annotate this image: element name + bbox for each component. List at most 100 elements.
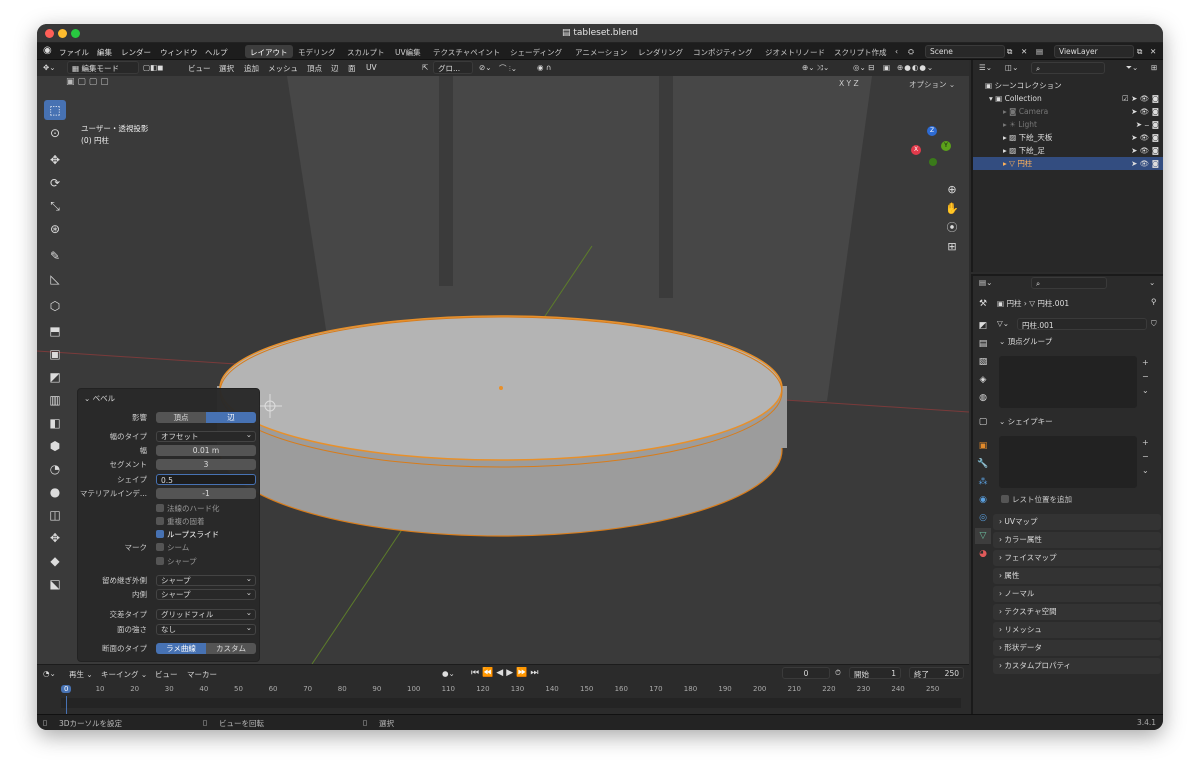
options-button[interactable]: オプション ⌄ xyxy=(909,79,955,90)
object-tab-icon[interactable]: ▣ xyxy=(975,438,991,454)
overlays-icon[interactable]: ◎⌄ ⊟ xyxy=(853,63,875,72)
shear-tool-icon[interactable]: ◆ xyxy=(44,551,66,571)
rotate-tool-icon[interactable]: ⟳ xyxy=(44,173,66,193)
row-visibility-icons[interactable]: ➤ 👁 ◙ xyxy=(1131,144,1159,157)
outliner-editor-icon[interactable]: ☰⌄ xyxy=(979,63,992,72)
width-type-select[interactable]: オフセット xyxy=(156,430,256,442)
transform-orientation-selector[interactable]: グロ... xyxy=(433,61,473,74)
row-visibility-icons[interactable]: ➤ ⌣ ◙ xyxy=(1136,118,1159,131)
filter-icon[interactable]: ⏷⌄ xyxy=(1126,63,1138,73)
loop-cut-tool-icon[interactable]: ▥ xyxy=(44,390,66,410)
menu-select[interactable]: 選択 xyxy=(219,63,234,74)
scene-selector[interactable]: Scene xyxy=(925,45,1005,58)
timeline-track[interactable] xyxy=(61,698,961,708)
harden-normals-checkbox[interactable]: 法線のハード化 xyxy=(156,503,220,514)
tab-modeling[interactable]: モデリング xyxy=(293,45,341,58)
intersection-type-select[interactable]: グリッドフィル xyxy=(156,608,256,620)
add-cube-tool-icon[interactable]: ⬡ xyxy=(44,296,66,316)
select-mode-icons[interactable]: ▢◧◼ xyxy=(143,63,163,72)
xray-icon[interactable]: ▣ xyxy=(883,63,890,72)
menu-add[interactable]: 追加 xyxy=(244,63,259,74)
material-index-field[interactable]: -1 xyxy=(156,488,256,499)
tab-layout[interactable]: レイアウト xyxy=(245,45,293,58)
poly-build-tool-icon[interactable]: ⬢ xyxy=(44,436,66,456)
mesh-browse-icon[interactable]: ▽⌄ xyxy=(997,319,1009,328)
smooth-tool-icon[interactable]: ● xyxy=(44,482,66,502)
view-layer-selector[interactable]: ViewLayer xyxy=(1054,45,1134,58)
menu-playback[interactable]: 再生 ⌄ xyxy=(69,669,93,680)
section-color-attributes[interactable]: › カラー属性 xyxy=(993,532,1161,548)
zoom-icon[interactable]: ⊕ xyxy=(943,180,961,199)
loop-slide-checkbox[interactable]: ループスライド xyxy=(156,529,219,540)
delete-scene-icon[interactable]: ✕ xyxy=(1021,47,1027,56)
section-attributes[interactable]: › 属性 xyxy=(993,568,1161,584)
axis-z-button[interactable]: Z xyxy=(854,79,859,88)
measure-tool-icon[interactable]: ◺ xyxy=(44,269,66,289)
axis-y-button[interactable]: Y xyxy=(847,79,852,88)
segments-field[interactable]: 3 xyxy=(156,459,256,470)
row-visibility-icons[interactable]: ☑ ➤ 👁 ◙ xyxy=(1122,92,1159,105)
miter-inner-select[interactable]: シャープ xyxy=(156,588,256,600)
properties-search-input[interactable]: ⌕ xyxy=(1031,277,1107,289)
menu-mesh[interactable]: メッシュ xyxy=(268,63,298,74)
stopwatch-icon[interactable]: ⏱ xyxy=(835,668,841,678)
menu-edit[interactable]: 編集 xyxy=(97,47,112,58)
section-geometry-data[interactable]: › 形状データ xyxy=(993,640,1161,656)
blender-logo-icon[interactable]: ◉ xyxy=(43,45,52,56)
timeline-editor-icon[interactable]: ◔⌄ xyxy=(43,669,56,678)
shape-field[interactable]: 0.5 xyxy=(156,474,256,485)
scene-collection-row[interactable]: ▣ シーンコレクション xyxy=(973,79,1163,92)
menu-face[interactable]: 面 xyxy=(348,63,356,74)
select-box-tool-icon[interactable]: ⬚ xyxy=(44,100,66,120)
view-layer-tab-icon[interactable]: ▧ xyxy=(975,354,991,370)
tab-sculpt[interactable]: スカルプト xyxy=(342,45,390,58)
viewport-gizmo-icon[interactable]: ⊕⌄ ⤨⌄ xyxy=(802,63,829,73)
move-tool-icon[interactable]: ✥ xyxy=(44,150,66,170)
end-frame-field[interactable]: 終了 250 xyxy=(909,667,964,679)
spin-tool-icon[interactable]: ◔ xyxy=(44,459,66,479)
render-tab-icon[interactable]: ◩ xyxy=(975,318,991,334)
particles-tab-icon[interactable]: ⁂ xyxy=(975,474,991,490)
mesh-name-field[interactable]: 円柱.001 xyxy=(1017,318,1147,330)
knife-tool-icon[interactable]: ◧ xyxy=(44,413,66,433)
profile-superellipse-button[interactable]: ラメ曲線 xyxy=(156,643,206,654)
new-collection-icon[interactable]: ⊞ xyxy=(1151,63,1157,72)
annotate-tool-icon[interactable]: ✎ xyxy=(44,246,66,266)
outliner-item-camera[interactable]: ▸ ◙ Camera ➤ 👁 ◙ xyxy=(973,105,1163,118)
navigation-gizmo[interactable]: Z Y X xyxy=(909,126,959,176)
collection-tab-icon[interactable]: ▢ xyxy=(975,414,991,430)
new-view-layer-icon[interactable]: ⧉ xyxy=(1137,47,1142,57)
menu-marker[interactable]: マーカー xyxy=(187,669,217,680)
world-tab-icon[interactable]: ◍ xyxy=(975,390,991,406)
view-layer-icon[interactable]: ▤ xyxy=(1036,47,1043,56)
tab-geometry-nodes[interactable]: ジオメトリノード xyxy=(760,45,830,58)
menu-keying[interactable]: キーイング ⌄ xyxy=(101,669,147,680)
properties-options-icon[interactable]: ⌄ xyxy=(1149,278,1155,287)
tab-compositing[interactable]: コンポジティング xyxy=(688,45,758,58)
outliner-search-input[interactable]: ⌕ xyxy=(1031,62,1105,74)
outliner-item-light[interactable]: ▸ ☀ Light ➤ ⌣ ◙ xyxy=(973,118,1163,131)
menu-vertex[interactable]: 頂点 xyxy=(307,63,322,74)
frame-ruler[interactable]: 0 10 20 30 40 50 60 70 80 90 100 110 120 130 140 150 160… xyxy=(37,684,969,696)
proportional-edit-icon[interactable]: ◉ ∩ xyxy=(537,63,551,72)
gizmo-x[interactable]: X xyxy=(911,145,921,155)
new-scene-icon[interactable]: ⧉ xyxy=(1007,47,1012,57)
rip-tool-icon[interactable]: ⬕ xyxy=(44,574,66,594)
tab-texture-paint[interactable]: テクスチャペイント xyxy=(428,45,505,58)
axis-lock-buttons[interactable]: X Y Z xyxy=(839,79,859,88)
tab-animation[interactable]: アニメーション xyxy=(570,45,632,58)
axis-x-button[interactable]: X xyxy=(839,79,844,88)
transform-tool-icon[interactable]: ⊛ xyxy=(44,219,66,239)
vertex-group-buttons[interactable]: + − ⌄ xyxy=(1142,356,1149,398)
vertex-groups-list[interactable] xyxy=(999,356,1137,408)
row-visibility-icons[interactable]: ➤ 👁 ◙ xyxy=(1131,157,1159,170)
menu-view[interactable]: ビュー xyxy=(188,63,211,74)
section-normals[interactable]: › ノーマル xyxy=(993,586,1161,602)
outliner-item-ref-legs[interactable]: ▸ ▨ 下絵_足 ➤ 👁 ◙ xyxy=(973,144,1163,157)
outliner-item-cylinder[interactable]: ▸ ▽ 円柱 ➤ 👁 ◙ xyxy=(973,157,1163,170)
clamp-overlap-checkbox[interactable]: 重複の固着 xyxy=(156,516,205,527)
shading-mode-icons[interactable]: ⊕●◐●⌄ xyxy=(897,63,934,72)
section-custom-properties[interactable]: › カスタムプロパティ xyxy=(993,658,1161,674)
tab-overflow-icon[interactable]: ‹ xyxy=(895,47,898,56)
gizmo-y[interactable]: Y xyxy=(941,141,951,151)
